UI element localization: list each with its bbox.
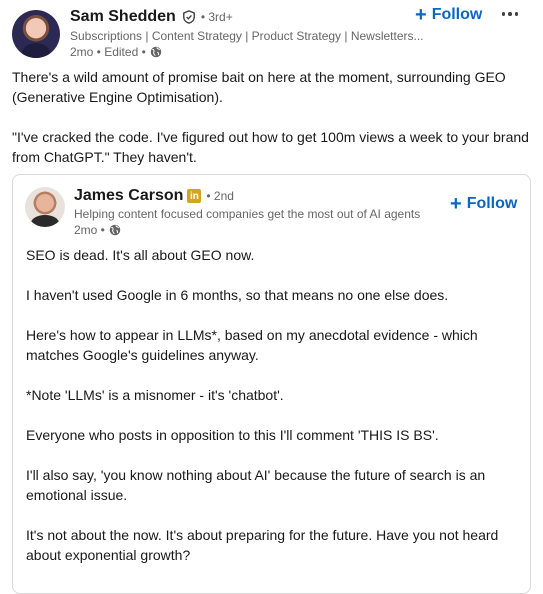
follow-label: Follow (466, 195, 518, 212)
quoted-paragraph: SEO is dead. It's all about GEO now. (26, 247, 255, 263)
author-name[interactable]: Sam Shedden (70, 8, 176, 26)
quoted-author-name[interactable]: James Carson (74, 187, 183, 205)
follow-button[interactable]: + Follow (415, 5, 482, 25)
post-paragraph: "I've cracked the code. I've figured out… (12, 129, 529, 165)
more-options-button[interactable] (495, 2, 525, 26)
plus-icon: + (415, 4, 427, 26)
author-avatar[interactable] (12, 10, 60, 58)
quoted-connection-degree: • 2nd (206, 189, 234, 203)
quoted-paragraph: It's not about the now. It's about prepa… (26, 527, 499, 563)
quoted-post-meta: 2mo • (74, 223, 121, 237)
globe-icon (109, 224, 121, 236)
follow-label: Follow (431, 6, 483, 23)
quoted-post-body: SEO is dead. It's all about GEO now. I h… (26, 245, 521, 565)
quoted-meta-text: 2mo • (74, 223, 105, 237)
quoted-post-card[interactable]: James Carson in • 2nd Helping content fo… (12, 174, 531, 594)
quoted-paragraph: I haven't used Google in 6 months, so th… (26, 287, 449, 303)
dot-icon (501, 12, 506, 16)
quoted-paragraph: Everyone who posts in opposition to this… (26, 427, 439, 443)
dot-icon (508, 12, 512, 16)
author-line: Sam Shedden • 3rd+ (70, 8, 233, 26)
post-meta: 2mo • Edited • (70, 45, 162, 59)
linkedin-premium-badge-icon: in (187, 189, 202, 203)
connection-degree: • 3rd+ (200, 10, 233, 24)
quoted-follow-button[interactable]: + Follow (450, 194, 517, 214)
quoted-paragraph: *Note 'LLMs' is a misnomer - it's 'chatb… (26, 387, 284, 403)
quoted-author-avatar[interactable] (25, 187, 65, 227)
verified-shield-icon (182, 10, 195, 24)
globe-icon (150, 46, 162, 58)
post-meta-text: 2mo • Edited • (70, 45, 146, 59)
post-paragraph: There's a wild amount of promise bait on… (12, 69, 506, 105)
post-body: There's a wild amount of promise bait on… (12, 67, 532, 167)
dot-icon (514, 12, 519, 16)
quoted-author-line: James Carson in • 2nd (74, 187, 234, 205)
plus-icon: + (450, 193, 462, 215)
quoted-paragraph: Here's how to appear in LLMs*, based on … (26, 327, 478, 363)
quoted-paragraph: I'll also say, 'you know nothing about A… (26, 467, 486, 503)
author-headline: Subscriptions | Content Strategy | Produ… (70, 29, 424, 43)
quoted-author-headline: Helping content focused companies get th… (74, 207, 421, 221)
